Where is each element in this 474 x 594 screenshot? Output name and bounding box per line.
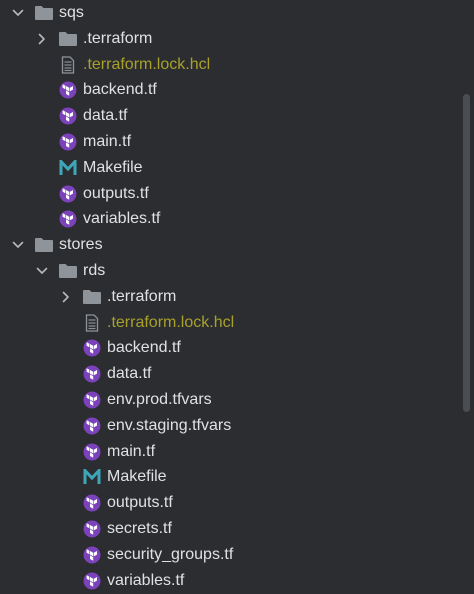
tree-item-label: Makefile (83, 158, 143, 176)
tree-item-label: backend.tf (107, 339, 181, 357)
terraform-icon (58, 81, 78, 99)
terraform-icon (58, 107, 78, 125)
tree-file-row[interactable]: outputs.tf (0, 181, 149, 207)
tree-file-row[interactable]: variables.tf (0, 206, 160, 232)
chevron-down-icon[interactable] (10, 237, 26, 253)
tree-file-row[interactable]: outputs.tf (0, 490, 173, 516)
vertical-scrollbar[interactable] (460, 0, 474, 594)
tree-file-row[interactable]: .terraform.lock.hcl (0, 52, 210, 78)
text-file-icon (58, 55, 78, 74)
tree-item-label: secrets.tf (107, 520, 172, 537)
terraform-icon (58, 185, 78, 203)
tree-file-row[interactable]: .terraform.lock.hcl (0, 310, 234, 336)
tree-item-label: env.prod.tfvars (107, 391, 212, 408)
tree-item-label: stores (59, 236, 103, 254)
tree-folder-row[interactable]: .terraform (0, 284, 176, 310)
terraform-icon (82, 391, 102, 409)
tree-file-row[interactable]: variables.tf (0, 568, 184, 594)
folder-icon (58, 30, 78, 48)
tree-folder-row[interactable]: sqs (0, 0, 84, 26)
terraform-icon (58, 210, 78, 228)
terraform-icon (82, 546, 102, 564)
chevron-down-icon[interactable] (34, 263, 50, 279)
tree-file-row[interactable]: security_groups.tf (0, 542, 233, 568)
folder-icon (82, 288, 102, 306)
tree-folder-row[interactable]: rds (0, 258, 105, 284)
terraform-icon (82, 494, 102, 512)
tree-file-row[interactable]: secrets.tf (0, 516, 172, 542)
tree-item-label: backend.tf (83, 81, 157, 99)
project-tree: sqs .terraform .terraform.lock.hcl backend.… (0, 0, 474, 594)
tree-file-row[interactable]: backend.tf (0, 77, 157, 103)
scrollbar-thumb[interactable] (463, 94, 470, 412)
tree-item-label: outputs.tf (83, 184, 149, 202)
terraform-icon (82, 572, 102, 590)
terraform-icon (82, 443, 102, 461)
terraform-icon (82, 339, 102, 357)
tree-file-row[interactable]: backend.tf (0, 335, 181, 361)
text-file-icon (82, 313, 102, 332)
tree-item-label: variables.tf (107, 571, 185, 589)
tree-item-label: data.tf (107, 365, 152, 383)
tree-item-label: data.tf (83, 107, 128, 125)
tree-item-label: security_groups.tf (107, 545, 234, 563)
makefile-icon (58, 159, 78, 177)
tree-item-label: rds (83, 262, 106, 279)
chevron-down-icon[interactable] (10, 5, 26, 21)
tree-item-label: outputs.tf (107, 494, 173, 512)
tree-file-row[interactable]: env.staging.tfvars (0, 413, 231, 439)
tree-item-label: .terraform (83, 29, 153, 47)
tree-item-label: .terraform.lock.hcl (83, 55, 211, 73)
chevron-right-icon[interactable] (34, 31, 50, 47)
tree-item-label: sqs (59, 4, 84, 21)
tree-folder-row[interactable]: stores (0, 232, 103, 258)
terraform-icon (82, 365, 102, 383)
tree-file-row[interactable]: env.prod.tfvars (0, 387, 212, 413)
terraform-icon (58, 133, 78, 151)
tree-file-row[interactable]: data.tf (0, 103, 127, 129)
makefile-icon (82, 468, 102, 486)
folder-icon (58, 262, 78, 280)
tree-item-label: Makefile (107, 468, 167, 486)
tree-file-row[interactable]: main.tf (0, 129, 131, 155)
tree-item-label: env.staging.tfvars (107, 416, 232, 434)
tree-item-label: variables.tf (83, 210, 161, 228)
folder-icon (34, 236, 54, 254)
tree-item-label: .terraform.lock.hcl (107, 313, 235, 331)
terraform-icon (82, 417, 102, 435)
tree-item-label: .terraform (107, 287, 177, 305)
tree-item-label: main.tf (107, 442, 156, 460)
folder-icon (34, 4, 54, 22)
tree-file-row[interactable]: data.tf (0, 361, 151, 387)
terraform-icon (82, 520, 102, 538)
tree-file-row[interactable]: main.tf (0, 439, 155, 465)
tree-item-label: main.tf (83, 133, 132, 150)
tree-file-row[interactable]: Makefile (0, 464, 167, 490)
tree-folder-row[interactable]: .terraform (0, 26, 152, 52)
chevron-right-icon[interactable] (58, 289, 74, 305)
tree-file-row[interactable]: Makefile (0, 155, 143, 181)
